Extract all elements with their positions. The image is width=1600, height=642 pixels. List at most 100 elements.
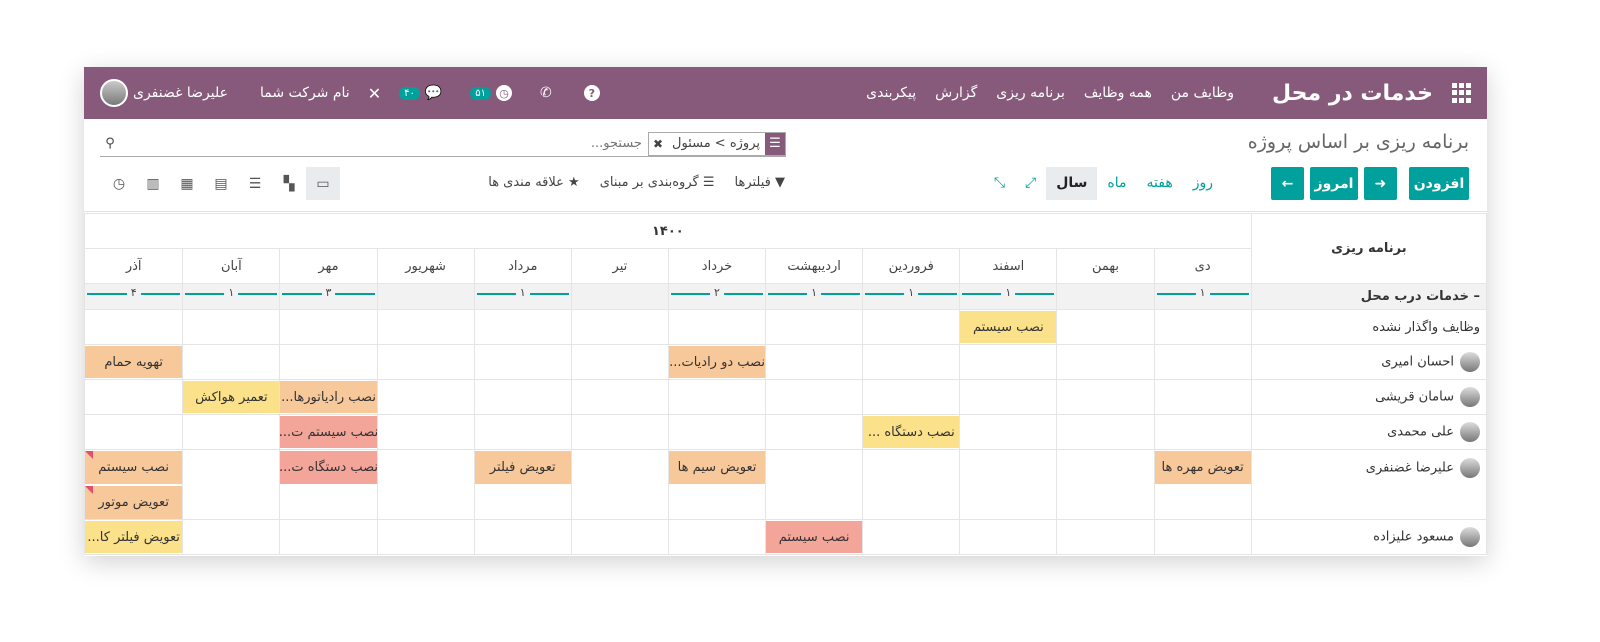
gantt-cell[interactable]: نصب دستگاه ...	[862, 414, 961, 450]
next-button[interactable]: ←	[1271, 167, 1304, 200]
filters-button[interactable]: ▼ فیلترها	[735, 175, 786, 190]
phone-icon[interactable]: ✆	[540, 85, 552, 101]
gantt-cell[interactable]	[376, 309, 475, 345]
gantt-cell[interactable]	[1056, 379, 1155, 415]
task-pill[interactable]: تعویض مهره ها	[1154, 451, 1251, 484]
task-pill[interactable]: نصب سیستم	[766, 521, 863, 553]
task-pill[interactable]: تعمیر هواکش	[183, 381, 280, 413]
gantt-cell[interactable]: تعمیر هواکش	[182, 379, 281, 415]
gantt-cell[interactable]	[279, 519, 378, 555]
company-switcher[interactable]: نام شرکت شما	[260, 85, 350, 101]
add-button[interactable]: افزودن	[1409, 167, 1469, 200]
gantt-cell[interactable]	[667, 379, 767, 415]
apps-menu-icon[interactable]	[1451, 83, 1471, 103]
gantt-cell[interactable]	[84, 414, 184, 450]
task-pill[interactable]: تعویض سیم ها	[668, 451, 766, 484]
gantt-cell[interactable]: نصب سیستم	[959, 309, 1058, 345]
search-icon[interactable]: ⚲	[100, 136, 120, 151]
scale-week[interactable]: هفته	[1137, 167, 1183, 200]
gantt-cell[interactable]	[570, 414, 669, 450]
gantt-cell[interactable]: تعویض مهره ها	[1153, 449, 1252, 520]
user-menu[interactable]: علیرضا غضنفری	[100, 79, 228, 107]
gantt-cell[interactable]	[182, 344, 281, 380]
gantt-cell[interactable]	[1153, 309, 1252, 345]
menu-planning[interactable]: برنامه ریزی	[996, 85, 1065, 101]
gantt-cell[interactable]	[667, 519, 767, 555]
gantt-cell[interactable]	[376, 519, 475, 555]
gantt-cell[interactable]	[376, 414, 475, 450]
scale-day[interactable]: روز	[1183, 167, 1223, 200]
gantt-cell[interactable]	[959, 449, 1058, 520]
task-pill[interactable]: تعویض فیلتر کا...	[85, 521, 183, 553]
search-input[interactable]	[120, 136, 648, 151]
kanban-view-icon[interactable]: ▚	[272, 167, 306, 200]
gantt-cell[interactable]	[84, 379, 184, 415]
gantt-cell[interactable]	[959, 414, 1058, 450]
gantt-cell[interactable]	[765, 309, 864, 345]
gantt-cell[interactable]: نصب سیستم ت...	[279, 414, 378, 450]
gantt-cell[interactable]: نصب دستگاه ت...	[279, 449, 378, 520]
scale-year[interactable]: سال	[1046, 167, 1098, 200]
gantt-cell[interactable]	[182, 519, 281, 555]
collapse-icon[interactable]: ⤡	[984, 167, 1015, 200]
pivot-view-icon[interactable]: ▦	[170, 167, 204, 200]
menu-configuration[interactable]: پیکربندی	[866, 85, 916, 101]
gantt-cell[interactable]: نصب سیستم	[765, 519, 864, 555]
messaging-menu[interactable]: ۴۰ 💬	[399, 85, 442, 101]
task-pill[interactable]: نصب دو رادیات...	[668, 346, 766, 378]
gantt-cell[interactable]	[765, 414, 864, 450]
gantt-cell[interactable]	[279, 309, 378, 345]
gantt-cell[interactable]	[1056, 414, 1155, 450]
gantt-cell[interactable]: نصب دو رادیات...	[667, 344, 767, 380]
calendar-view-icon[interactable]: ▤	[204, 167, 238, 200]
graph-view-icon[interactable]: ▥	[136, 167, 170, 200]
gantt-cell[interactable]	[570, 309, 669, 345]
gantt-cell[interactable]	[570, 449, 669, 520]
gantt-cell[interactable]	[959, 379, 1058, 415]
group-label[interactable]: – خدمات درب محل	[1250, 283, 1487, 310]
gantt-cell[interactable]	[765, 379, 864, 415]
gantt-cell[interactable]	[182, 449, 281, 520]
task-pill[interactable]: تعویض فیلتر	[474, 451, 571, 484]
menu-reporting[interactable]: گزارش	[935, 85, 977, 101]
gantt-cell[interactable]	[667, 414, 767, 450]
expand-icon[interactable]: ⤢	[1015, 167, 1046, 200]
gantt-cell[interactable]	[473, 344, 572, 380]
gantt-cell[interactable]	[570, 379, 669, 415]
gantt-cell[interactable]	[1056, 344, 1155, 380]
gantt-cell[interactable]	[1056, 519, 1155, 555]
gantt-cell[interactable]	[570, 519, 669, 555]
scale-month[interactable]: ماه	[1097, 167, 1136, 200]
facet-remove-icon[interactable]: ✖	[649, 137, 667, 151]
gantt-cell[interactable]	[862, 344, 961, 380]
debug-tools-icon[interactable]: ✕	[368, 84, 381, 103]
task-pill[interactable]: تهویه حمام	[85, 346, 183, 378]
gantt-cell[interactable]	[473, 379, 572, 415]
gantt-cell[interactable]	[1153, 519, 1252, 555]
gantt-cell[interactable]	[182, 414, 281, 450]
task-pill[interactable]: نصب دستگاه ت...	[280, 451, 377, 484]
task-pill[interactable]: نصب سیستم	[960, 311, 1057, 343]
gantt-cell[interactable]: نصب رادیاتورها...	[279, 379, 378, 415]
task-pill[interactable]: نصب رادیاتورها...	[280, 381, 377, 413]
gantt-cell[interactable]	[667, 309, 767, 345]
gantt-cell[interactable]	[862, 309, 961, 345]
gantt-cell[interactable]	[862, 379, 961, 415]
gantt-cell[interactable]	[570, 344, 669, 380]
gantt-cell[interactable]	[765, 344, 864, 380]
gantt-cell[interactable]	[1056, 309, 1155, 345]
gantt-cell[interactable]	[84, 309, 184, 345]
gantt-cell[interactable]: تعویض فیلتر کا...	[84, 519, 184, 555]
gantt-cell[interactable]	[1153, 344, 1252, 380]
gantt-cell[interactable]: نصب سیستم تعویض موتور	[84, 449, 184, 520]
gantt-cell[interactable]	[473, 309, 572, 345]
gantt-cell[interactable]	[862, 449, 961, 520]
gantt-cell[interactable]	[473, 414, 572, 450]
gantt-cell[interactable]	[959, 344, 1058, 380]
gantt-cell[interactable]: تعویض سیم ها	[667, 449, 767, 520]
gantt-view-icon[interactable]: ▭	[306, 167, 340, 200]
task-pill[interactable]: نصب دستگاه ...	[863, 416, 960, 448]
today-button[interactable]: امروز	[1310, 167, 1358, 200]
task-pill[interactable]: نصب سیستم ت...	[280, 416, 377, 448]
task-pill[interactable]: نصب سیستم	[85, 451, 183, 484]
